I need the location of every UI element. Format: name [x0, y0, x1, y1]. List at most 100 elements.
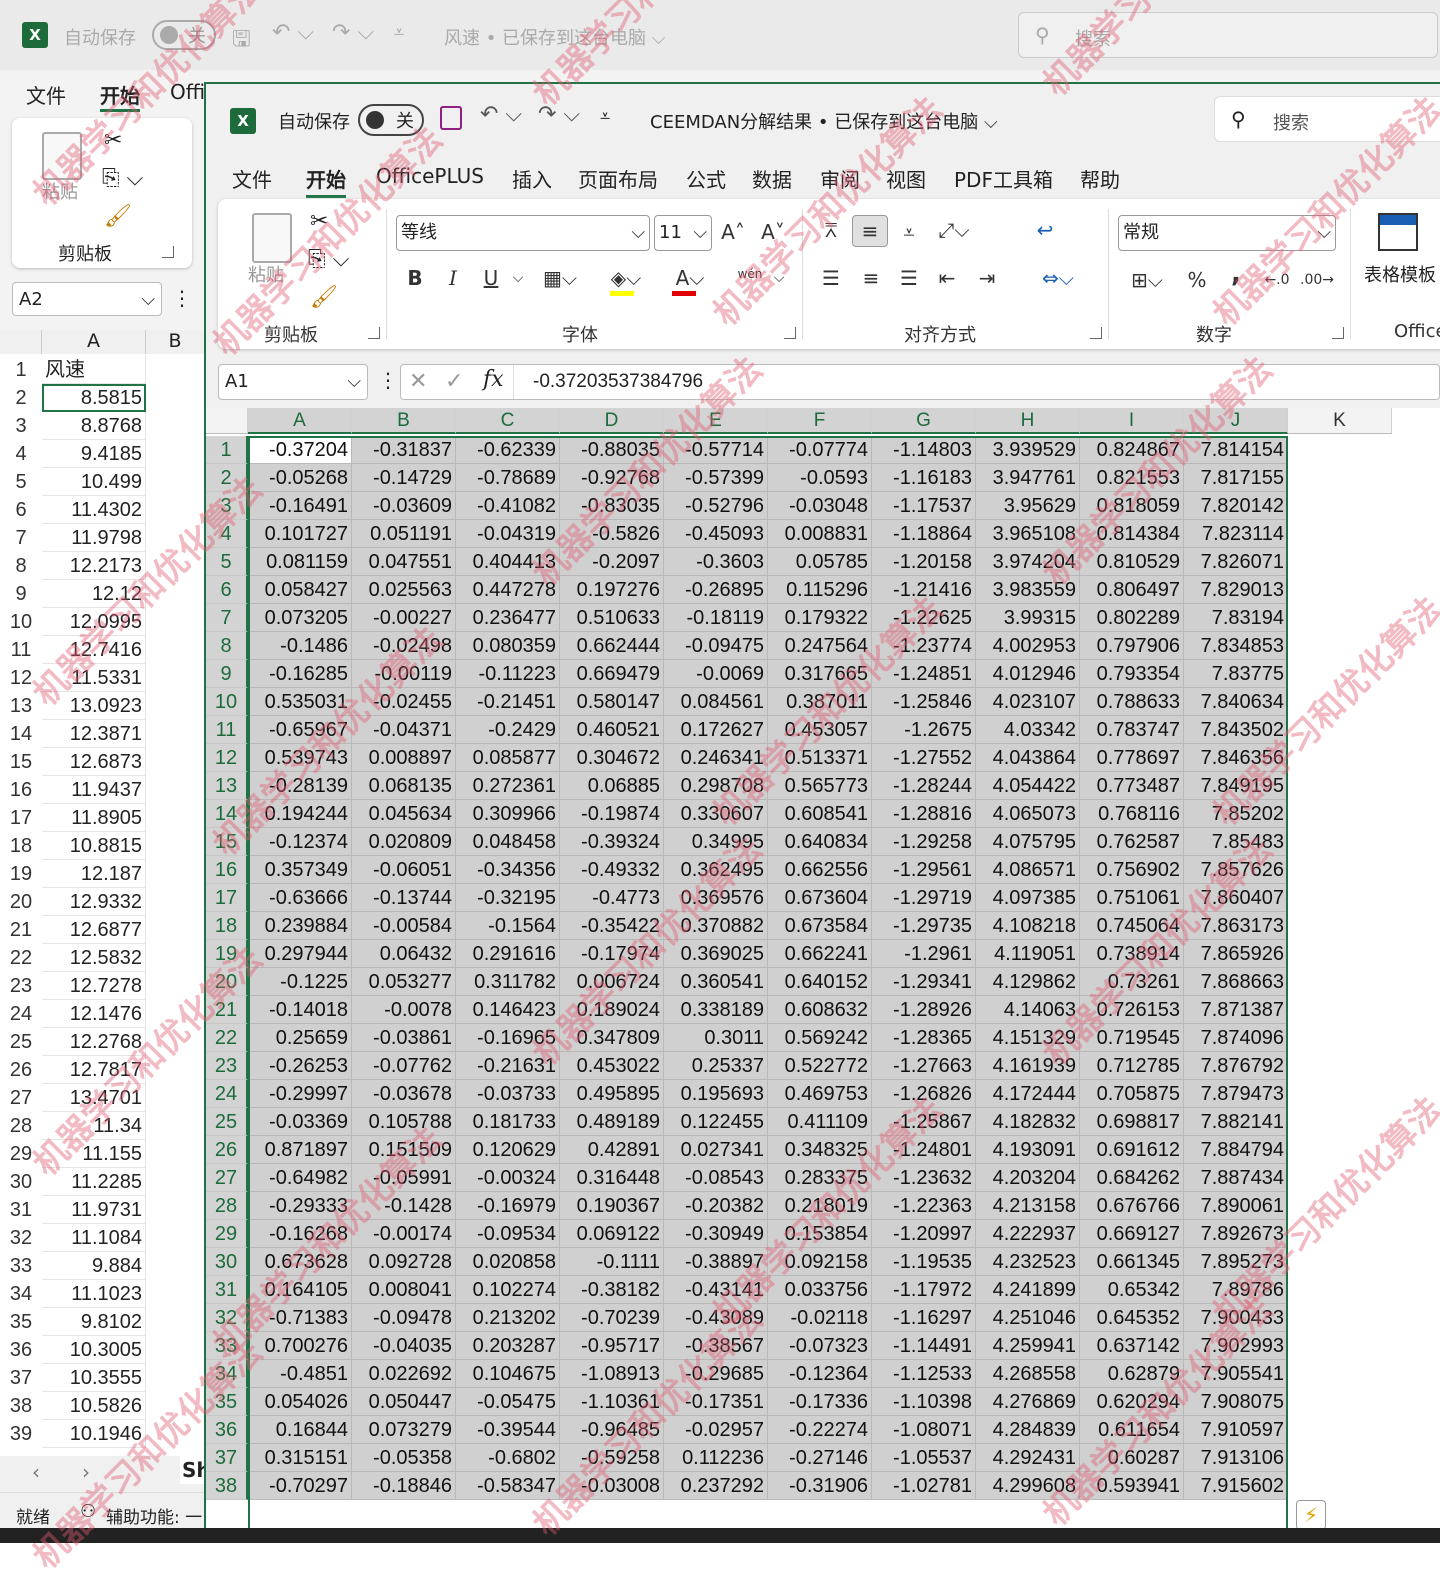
- bg-header-cell[interactable]: 风速: [42, 356, 146, 384]
- data-cell[interactable]: 7.908075: [1184, 1388, 1288, 1416]
- data-cell[interactable]: 4.097385: [976, 884, 1080, 912]
- data-cell[interactable]: 0.146423: [456, 996, 560, 1024]
- data-cell[interactable]: -1.20997: [872, 1220, 976, 1248]
- data-cell[interactable]: 7.895273: [1184, 1248, 1288, 1276]
- underline-button[interactable]: U: [478, 263, 504, 293]
- data-cell[interactable]: 0.42891: [560, 1136, 664, 1164]
- data-cell[interactable]: 0.34995: [664, 828, 768, 856]
- data-cell[interactable]: 0.153854: [768, 1220, 872, 1248]
- data-cell[interactable]: 7.865926: [1184, 940, 1288, 968]
- data-cell[interactable]: 4.075795: [976, 828, 1080, 856]
- data-cell[interactable]: 0.311782: [456, 968, 560, 996]
- data-cell[interactable]: -0.21631: [456, 1052, 560, 1080]
- copy-icon[interactable]: ⎘ ⌵: [102, 166, 143, 191]
- data-cell[interactable]: 7.814154: [1184, 436, 1288, 464]
- data-cell[interactable]: -0.03008: [560, 1472, 664, 1500]
- bg-row-number[interactable]: 14: [0, 720, 42, 748]
- bg-row-number[interactable]: 1: [0, 356, 42, 384]
- data-cell[interactable]: 0.806497: [1080, 576, 1184, 604]
- data-cell[interactable]: 0.190367: [560, 1192, 664, 1220]
- data-cell[interactable]: 0.62879: [1080, 1360, 1184, 1388]
- data-cell[interactable]: -0.17351: [664, 1388, 768, 1416]
- data-cell[interactable]: -0.4773: [560, 884, 664, 912]
- data-cell[interactable]: -1.25867: [872, 1108, 976, 1136]
- row-header[interactable]: 27: [206, 1164, 248, 1192]
- bg-data-cell[interactable]: 12.6873: [42, 748, 146, 776]
- bg-row-number[interactable]: 7: [0, 524, 42, 552]
- bg-column-header-b[interactable]: B: [146, 330, 204, 354]
- data-cell[interactable]: 4.043864: [976, 744, 1080, 772]
- background-grid[interactable]: A B 1 风速 2 8.5815 3 8.8768 4 9.4185 5 10.499 6 11.4…: [0, 330, 204, 1456]
- row-header[interactable]: 25: [206, 1108, 248, 1136]
- status-accessibility[interactable]: 辅助功能: 一: [106, 1503, 202, 1528]
- data-cell[interactable]: 0.453022: [560, 1052, 664, 1080]
- data-cell[interactable]: 4.119051: [976, 940, 1080, 968]
- column-header-b[interactable]: B: [352, 408, 456, 434]
- cut-icon[interactable]: ✂: [310, 209, 328, 234]
- column-header-a[interactable]: A: [248, 408, 352, 434]
- data-cell[interactable]: -0.04035: [352, 1332, 456, 1360]
- data-cell[interactable]: -0.12374: [248, 828, 352, 856]
- data-cell[interactable]: 3.983559: [976, 576, 1080, 604]
- bg-data-cell[interactable]: 11.9798: [42, 524, 146, 552]
- data-cell[interactable]: -0.05475: [456, 1388, 560, 1416]
- data-cell[interactable]: 4.251046: [976, 1304, 1080, 1332]
- data-cell[interactable]: -0.20382: [664, 1192, 768, 1220]
- data-cell[interactable]: 7.834853: [1184, 632, 1288, 660]
- data-cell[interactable]: 0.027341: [664, 1136, 768, 1164]
- fill-color-icon[interactable]: ◈⌵: [606, 263, 646, 293]
- data-cell[interactable]: -1.28926: [872, 996, 976, 1024]
- data-cell[interactable]: 0.469753: [768, 1080, 872, 1108]
- data-cell[interactable]: 0.045634: [352, 800, 456, 828]
- data-cell[interactable]: 7.89786: [1184, 1276, 1288, 1304]
- data-cell[interactable]: 0.247564: [768, 632, 872, 660]
- data-cell[interactable]: -0.57399: [664, 464, 768, 492]
- data-cell[interactable]: 0.081159: [248, 548, 352, 576]
- bg-data-cell[interactable]: 12.9332: [42, 888, 146, 916]
- dialog-launcher-icon[interactable]: [1090, 327, 1102, 339]
- row-header[interactable]: 31: [206, 1276, 248, 1304]
- bg-menu-office[interactable]: Offi: [170, 80, 205, 104]
- data-cell[interactable]: 4.151329: [976, 1024, 1080, 1052]
- decrease-indent-icon[interactable]: ⇤: [932, 263, 962, 293]
- data-cell[interactable]: 0.179322: [768, 604, 872, 632]
- data-cell[interactable]: -0.62339: [456, 436, 560, 464]
- row-header[interactable]: 29: [206, 1220, 248, 1248]
- bg-row-number[interactable]: 24: [0, 1000, 42, 1028]
- paste-icon[interactable]: [252, 213, 292, 263]
- data-cell[interactable]: 0.738914: [1080, 940, 1184, 968]
- data-cell[interactable]: 4.086571: [976, 856, 1080, 884]
- data-cell[interactable]: -0.18846: [352, 1472, 456, 1500]
- data-cell[interactable]: 0.304672: [560, 744, 664, 772]
- data-cell[interactable]: -0.22274: [768, 1416, 872, 1444]
- row-header[interactable]: 35: [206, 1388, 248, 1416]
- bg-data-cell[interactable]: 10.499: [42, 468, 146, 496]
- bg-data-cell[interactable]: 11.4302: [42, 496, 146, 524]
- data-cell[interactable]: -1.24801: [872, 1136, 976, 1164]
- cancel-icon[interactable]: ✕: [409, 369, 427, 394]
- bg-row-number[interactable]: 20: [0, 888, 42, 916]
- data-cell[interactable]: -0.03861: [352, 1024, 456, 1052]
- data-cell[interactable]: -1.17537: [872, 492, 976, 520]
- row-header[interactable]: 26: [206, 1136, 248, 1164]
- enter-check-icon[interactable]: ✓: [445, 369, 463, 394]
- data-cell[interactable]: -0.02455: [352, 688, 456, 716]
- data-cell[interactable]: -0.70239: [560, 1304, 664, 1332]
- data-cell[interactable]: 4.299608: [976, 1472, 1080, 1500]
- bg-row-number[interactable]: 37: [0, 1364, 42, 1392]
- data-cell[interactable]: -0.78689: [456, 464, 560, 492]
- bg-row-number[interactable]: 32: [0, 1224, 42, 1252]
- bg-data-cell[interactable]: 12.2173: [42, 552, 146, 580]
- data-cell[interactable]: -1.14803: [872, 436, 976, 464]
- data-cell[interactable]: 7.902993: [1184, 1332, 1288, 1360]
- menu-data[interactable]: 数据: [752, 164, 792, 193]
- row-header[interactable]: 18: [206, 912, 248, 940]
- bg-data-cell[interactable]: 12.5832: [42, 944, 146, 972]
- data-cell[interactable]: 0.447278: [456, 576, 560, 604]
- data-cell[interactable]: 0.661345: [1080, 1248, 1184, 1276]
- data-cell[interactable]: -0.07762: [352, 1052, 456, 1080]
- bg-data-cell[interactable]: 8.5815: [42, 384, 146, 412]
- data-cell[interactable]: 0.539743: [248, 744, 352, 772]
- data-cell[interactable]: 4.065073: [976, 800, 1080, 828]
- row-header[interactable]: 4: [206, 520, 248, 548]
